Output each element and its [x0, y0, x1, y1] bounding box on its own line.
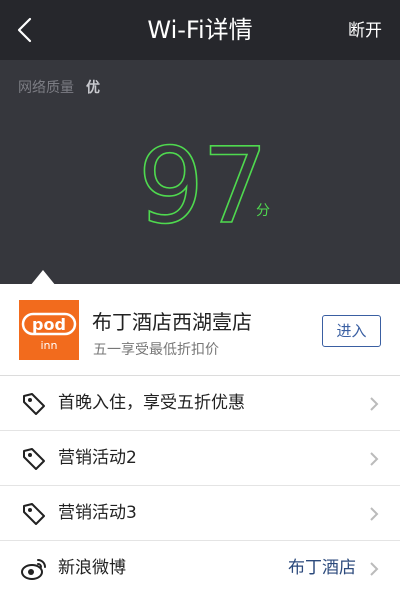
- list-item[interactable]: 首晚入住，享受五折优惠: [0, 376, 400, 431]
- quality-label: 网络质量: [18, 80, 74, 96]
- tag-icon: [23, 393, 45, 415]
- hotel-promo: 五一享受最低折扣价: [93, 342, 219, 358]
- hotel-logo: pod inn: [19, 300, 79, 360]
- weibo-icon: [21, 559, 46, 580]
- list-item[interactable]: 营销活动2: [0, 431, 400, 486]
- page-title: Wi-Fi详情: [147, 16, 253, 44]
- list-item-label: 新浪微博: [58, 558, 126, 578]
- chevron-right-icon: [370, 452, 379, 466]
- network-quality-panel: 网络质量 优 97 分: [0, 60, 400, 284]
- score-number: 97: [142, 126, 262, 236]
- logo-text-top: pod: [32, 315, 66, 334]
- list-item-value: 布丁酒店: [288, 558, 356, 578]
- top-bar: Wi-Fi详情 断开: [0, 0, 400, 60]
- score-unit: 分: [256, 203, 270, 219]
- list-item-label: 营销活动2: [58, 448, 137, 468]
- tag-icon: [23, 503, 45, 525]
- tag-icon: [23, 448, 45, 470]
- back-button[interactable]: [8, 12, 44, 48]
- card-pointer: [30, 270, 56, 286]
- pod-inn-logo-icon: pod inn: [21, 312, 77, 352]
- promo-list: 首晚入住，享受五折优惠 营销活动2 营销活动3 新浪微博 布丁酒店: [0, 376, 400, 596]
- list-item-label: 营销活动3: [58, 503, 137, 523]
- enter-button[interactable]: 进入: [322, 315, 381, 347]
- hotel-name: 布丁酒店西湖壹店: [92, 310, 252, 334]
- svg-text:97: 97: [142, 126, 262, 236]
- logo-text-bottom: inn: [41, 339, 58, 352]
- chevron-right-icon: [370, 397, 379, 411]
- back-arrow-icon: [17, 17, 32, 43]
- chevron-right-icon: [370, 507, 379, 521]
- hotel-card[interactable]: pod inn 布丁酒店西湖壹店 五一享受最低折扣价 进入: [0, 284, 400, 376]
- list-item[interactable]: 新浪微博 布丁酒店: [0, 541, 400, 596]
- list-item-label: 首晚入住，享受五折优惠: [58, 393, 245, 413]
- list-item[interactable]: 营销活动3: [0, 486, 400, 541]
- quality-value: 优: [86, 80, 100, 96]
- disconnect-button[interactable]: 断开: [348, 0, 382, 60]
- chevron-right-icon: [370, 562, 379, 576]
